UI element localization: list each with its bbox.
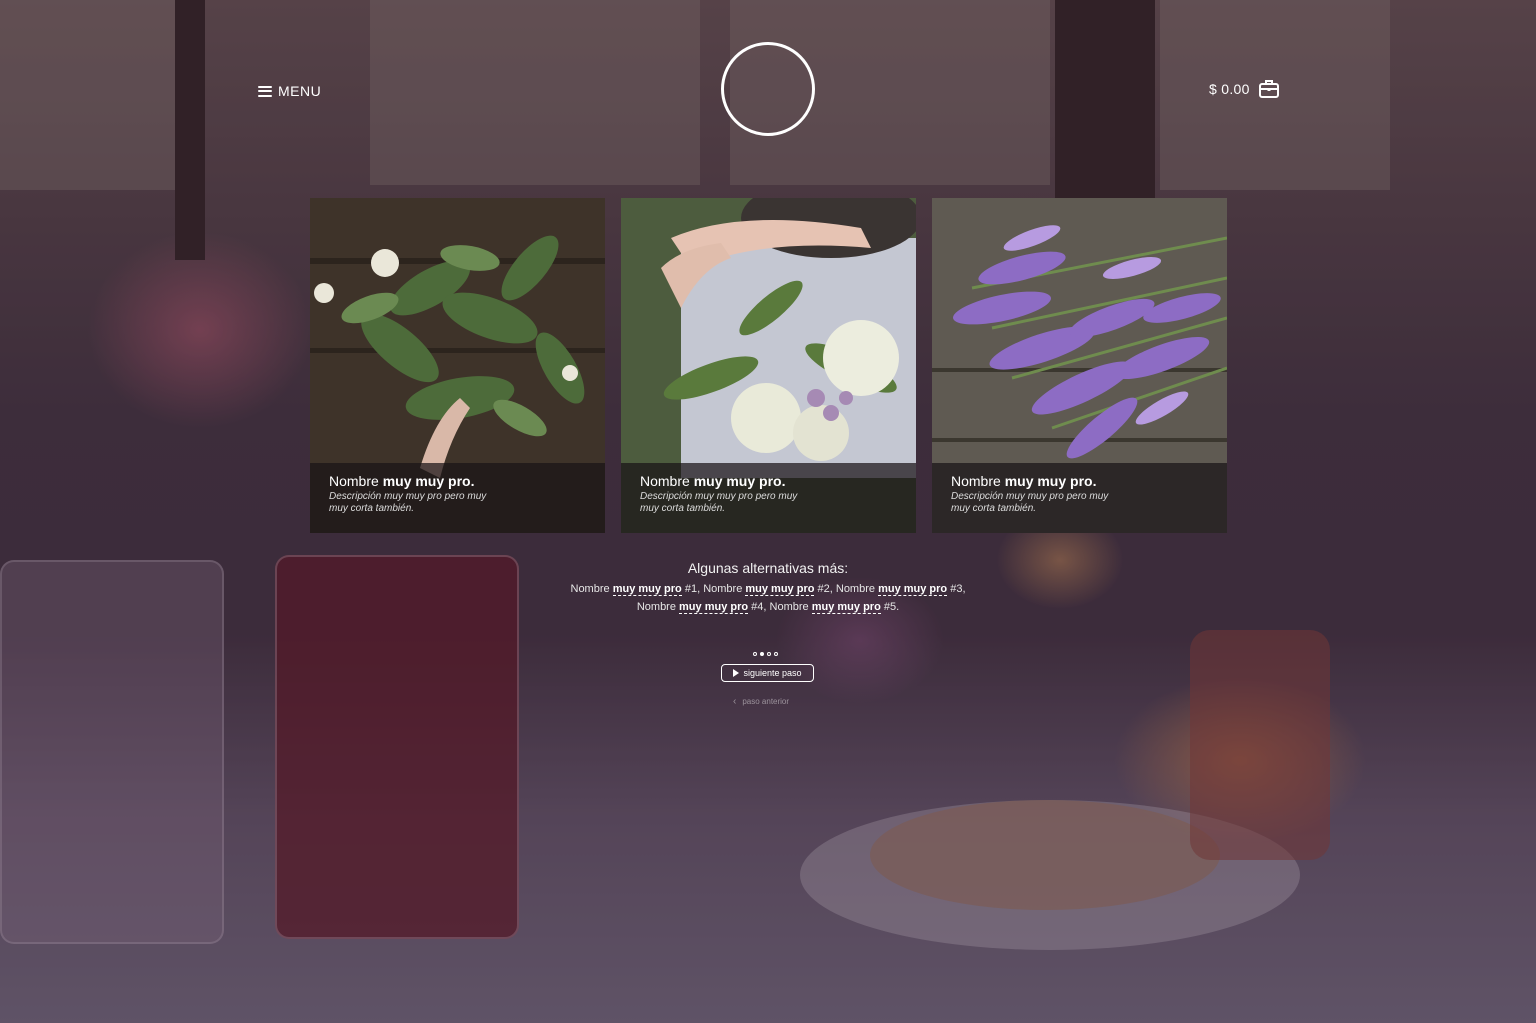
alternative-link-2[interactable]: muy muy pro	[745, 583, 815, 596]
pagination-dots	[753, 652, 778, 656]
alternative-link-5[interactable]: muy muy pro	[811, 601, 881, 614]
card-title: Nombre muy muy pro.	[640, 473, 786, 489]
alternative-link-3[interactable]: muy muy pro	[878, 583, 948, 596]
alternative-link-4[interactable]: muy muy pro	[679, 601, 749, 614]
card-title: Nombre muy muy pro.	[951, 473, 1097, 489]
product-cards: Nombre muy muy pro. Descripción muy muy …	[310, 198, 1227, 533]
menu-button[interactable]: MENU	[258, 83, 321, 99]
alternatives-section: Algunas alternativas más: Nombre muy muy…	[0, 560, 1536, 616]
menu-label: MENU	[278, 83, 322, 99]
product-card-1[interactable]: Nombre muy muy pro. Descripción muy muy …	[310, 198, 605, 533]
previous-step-label: paso anterior	[742, 697, 790, 706]
product-card-3[interactable]: Nombre muy muy pro. Descripción muy muy …	[932, 198, 1227, 533]
card-caption: Nombre muy muy pro. Descripción muy muy …	[932, 463, 1227, 533]
briefcase-icon	[1258, 80, 1279, 98]
previous-step-button[interactable]: ‹ paso anterior	[733, 696, 789, 707]
hamburger-icon	[258, 85, 272, 97]
card-caption: Nombre muy muy pro. Descripción muy muy …	[310, 463, 605, 533]
next-step-button[interactable]: siguiente paso	[721, 664, 814, 682]
alternatives-title: Algunas alternativas más:	[687, 560, 849, 576]
cart-button[interactable]: $ 0.00	[1209, 78, 1280, 100]
alternative-link-1[interactable]: muy muy pro	[612, 583, 682, 596]
alternatives-line-1: Nombre muy muy pro #1, Nombre muy muy pr…	[570, 583, 966, 596]
pagination-dot[interactable]	[767, 652, 771, 656]
card-caption: Nombre muy muy pro. Descripción muy muy …	[621, 463, 916, 533]
product-card-2[interactable]: Nombre muy muy pro. Descripción muy muy …	[621, 198, 916, 533]
card-description: Descripción muy muy pro pero muy muy cor…	[951, 491, 1109, 514]
pagination-dot[interactable]	[774, 652, 778, 656]
cart-amount: $ 0.00	[1209, 81, 1250, 97]
next-step-label: siguiente paso	[743, 668, 802, 678]
logo[interactable]	[721, 42, 815, 136]
card-description: Descripción muy muy pro pero muy muy cor…	[329, 491, 487, 514]
card-description: Descripción muy muy pro pero muy muy cor…	[640, 491, 798, 514]
play-icon	[733, 669, 740, 677]
alternatives-line-2: Nombre muy muy pro #4, Nombre muy muy pr…	[636, 601, 900, 614]
pagination-dot[interactable]	[760, 652, 764, 656]
chevron-left-icon: ‹	[733, 696, 737, 707]
card-title: Nombre muy muy pro.	[329, 473, 475, 489]
pagination-dot[interactable]	[753, 652, 757, 656]
